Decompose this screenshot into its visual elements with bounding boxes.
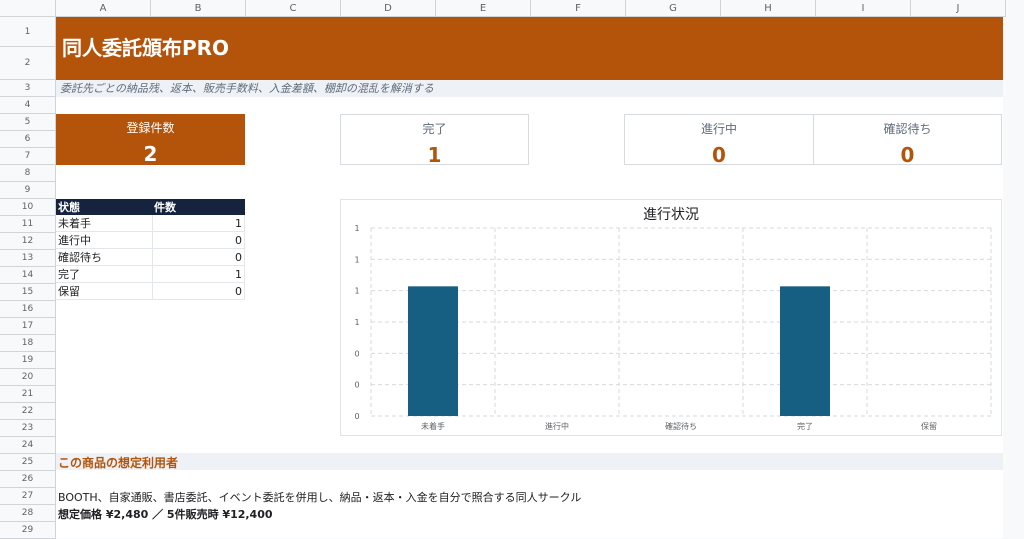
column-header[interactable]: B: [151, 0, 246, 17]
status-cell[interactable]: 保留: [56, 282, 153, 300]
kpi-in-progress-value: 0: [712, 143, 726, 167]
kpi-awaiting-label: 確認待ち: [883, 122, 932, 136]
row-header[interactable]: 11: [0, 216, 56, 233]
y-tick-label: 1: [354, 287, 359, 296]
kpi-registered-label: 登録件数: [126, 121, 175, 135]
section-band: [56, 453, 1003, 470]
kpi-in-progress: 進行中 0: [624, 114, 814, 167]
row-header[interactable]: 10: [0, 199, 56, 216]
kpi-registered: 登録件数 2: [56, 114, 245, 166]
kpi-registered-value: 2: [143, 142, 158, 166]
status-cell[interactable]: 進行中: [56, 231, 153, 249]
column-header[interactable]: H: [721, 0, 816, 17]
row-header[interactable]: 5: [0, 114, 56, 131]
kpi-done: 完了 1: [340, 114, 529, 167]
y-tick-label: 0: [354, 412, 359, 421]
y-tick-label: 1: [354, 318, 359, 327]
bar[interactable]: [408, 286, 458, 416]
status-cell[interactable]: 未着手: [56, 215, 153, 232]
x-tick-label: 完了: [797, 421, 813, 431]
price-text: 想定価格 ¥2,480 ／ 5件販売時 ¥12,400: [58, 508, 273, 521]
row-header[interactable]: 16: [0, 301, 56, 318]
row-header[interactable]: 2: [0, 47, 56, 80]
x-tick-label: 確認待ち: [665, 421, 697, 431]
kpi-awaiting-value: 0: [900, 143, 915, 167]
row-header[interactable]: 13: [0, 250, 56, 267]
sheet-corner[interactable]: [0, 0, 56, 17]
status-cell[interactable]: 完了: [56, 265, 153, 283]
column-header[interactable]: D: [341, 0, 436, 17]
column-header[interactable]: I: [816, 0, 911, 17]
column-header[interactable]: E: [436, 0, 531, 17]
column-header[interactable]: F: [531, 0, 626, 17]
y-tick-label: 0: [354, 381, 359, 390]
row-header[interactable]: 23: [0, 420, 56, 437]
row-header[interactable]: 27: [0, 488, 56, 505]
count-cell[interactable]: 1: [152, 265, 245, 283]
row-header[interactable]: 18: [0, 335, 56, 352]
column-header[interactable]: A: [56, 0, 151, 17]
row-header[interactable]: 4: [0, 97, 56, 114]
target-users-text: BOOTH、自家通販、書店委託、イベント委託を併用し、納品・返本・入金を自分で照…: [58, 491, 582, 504]
y-tick-label: 1: [354, 224, 359, 233]
row-header[interactable]: 25: [0, 454, 56, 471]
row-header[interactable]: 9: [0, 182, 56, 199]
table-row: 進行中 0: [56, 231, 245, 249]
count-cell[interactable]: 0: [152, 231, 245, 249]
chart-title: 進行状況: [643, 207, 699, 223]
row-header[interactable]: 24: [0, 437, 56, 454]
row-header[interactable]: 29: [0, 522, 56, 539]
chart-svg: 進行状況 1 1 1 1 0 0 0 未着手 進行中 確認待ち 完了 保留: [354, 207, 992, 431]
row-header[interactable]: 7: [0, 148, 56, 165]
row-header[interactable]: 28: [0, 505, 56, 522]
kpi-done-label: 完了: [422, 122, 447, 136]
row-header[interactable]: 1: [0, 17, 56, 47]
y-tick-label: 0: [354, 349, 359, 358]
bar[interactable]: [780, 286, 830, 416]
count-cell[interactable]: 0: [152, 282, 245, 300]
status-table: 状態 件数 未着手 1 進行中 0 確認待ち 0 完了 1 保留 0: [56, 199, 245, 300]
y-tick-label: 1: [354, 255, 359, 264]
column-header[interactable]: C: [246, 0, 341, 17]
table-row: 完了 1: [56, 265, 245, 283]
row-header[interactable]: 3: [0, 80, 56, 97]
row-header[interactable]: 19: [0, 352, 56, 369]
count-cell[interactable]: 0: [152, 248, 245, 266]
table-row: 未着手 1: [56, 215, 245, 232]
section-title: この商品の想定利用者: [58, 456, 179, 470]
count-header[interactable]: 件数: [152, 199, 245, 215]
status-header[interactable]: 状態: [56, 199, 152, 215]
count-cell[interactable]: 1: [152, 215, 245, 232]
row-header[interactable]: 21: [0, 386, 56, 403]
kpi-in-progress-label: 進行中: [700, 122, 737, 136]
row-header[interactable]: 12: [0, 233, 56, 250]
row-header[interactable]: 17: [0, 318, 56, 335]
column-header[interactable]: G: [626, 0, 721, 17]
table-row: 保留 0: [56, 282, 245, 300]
kpi-awaiting: 確認待ち 0: [813, 114, 1002, 167]
row-header[interactable]: 8: [0, 165, 56, 182]
kpi-done-value: 1: [427, 143, 442, 167]
row-header[interactable]: 26: [0, 471, 56, 488]
page-title: 同人委託頒布PRO: [56, 17, 1003, 80]
x-tick-label: 保留: [921, 421, 937, 431]
x-tick-label: 進行中: [545, 421, 569, 431]
status-cell[interactable]: 確認待ち: [56, 248, 153, 266]
row-header[interactable]: 20: [0, 369, 56, 386]
progress-chart[interactable]: 進行状況 1 1 1 1 0 0 0 未着手 進行中 確認待ち 完了 保留: [340, 199, 1002, 436]
row-header[interactable]: 14: [0, 267, 56, 284]
row-header[interactable]: 6: [0, 131, 56, 148]
column-header[interactable]: J: [911, 0, 1006, 17]
row-header[interactable]: 22: [0, 403, 56, 420]
row-header[interactable]: 15: [0, 284, 56, 301]
table-row: 確認待ち 0: [56, 248, 245, 266]
x-tick-label: 未着手: [421, 421, 445, 431]
subtitle: 委託先ごとの納品残、返本、販売手数料、入金差額、棚卸の混乱を解消する: [56, 80, 1003, 97]
